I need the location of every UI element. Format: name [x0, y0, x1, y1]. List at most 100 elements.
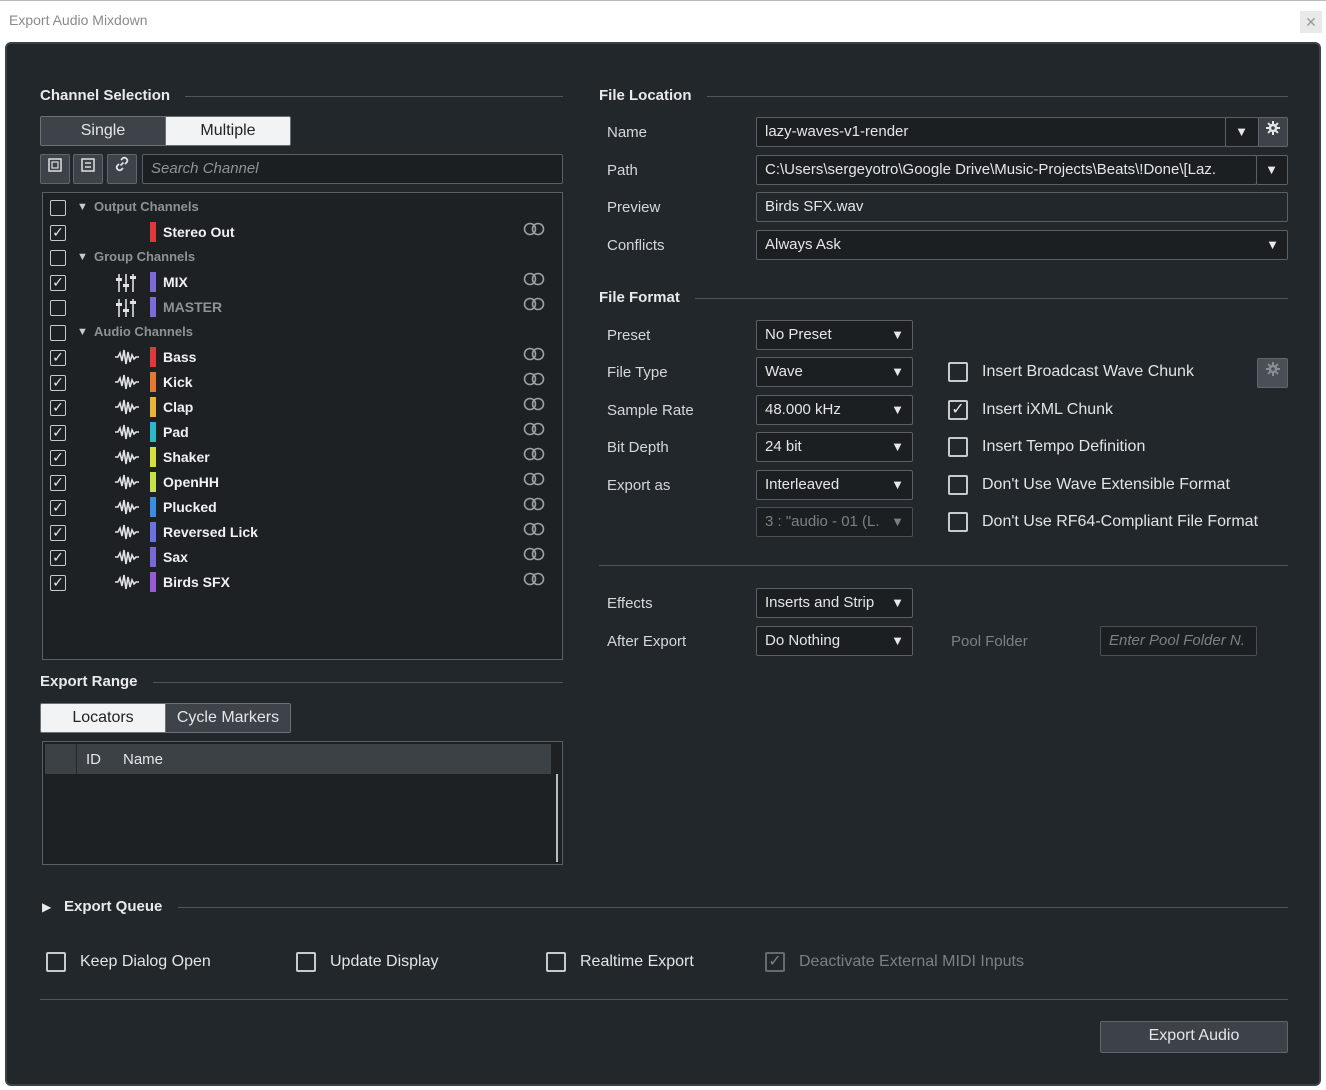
channel-checkbox[interactable]: ✓ — [50, 575, 66, 591]
file-type-value: Wave — [765, 363, 803, 380]
export-queue-heading[interactable]: Export Queue — [64, 898, 162, 915]
channel-checkbox[interactable]: ✓ — [50, 450, 66, 466]
channel-checkbox[interactable]: ✓ — [50, 500, 66, 516]
option-checkbox[interactable] — [948, 475, 968, 495]
range-table: ID Name — [42, 741, 563, 865]
group-fader-icon — [115, 298, 137, 323]
preview-label: Preview — [607, 199, 661, 216]
channel-row[interactable]: ✓ Stereo Out — [43, 222, 562, 247]
collapse-triangle-icon[interactable]: ▼ — [77, 326, 88, 338]
bit-depth-label: Bit Depth — [607, 439, 669, 456]
expand-triangle-icon[interactable]: ▶ — [42, 900, 51, 914]
after-export-dropdown[interactable]: Do Nothing ▼ — [756, 626, 913, 656]
after-export-value: Do Nothing — [765, 632, 841, 649]
channel-name: OpenHH — [163, 474, 219, 490]
channel-value: 3 : "audio - 01 (L. — [765, 513, 880, 530]
export-audio-button[interactable]: Export Audio — [1100, 1021, 1288, 1053]
sample-rate-dropdown[interactable]: 48.000 kHz ▼ — [756, 395, 913, 425]
bottom-option-checkbox[interactable] — [296, 952, 316, 972]
channel-row[interactable]: ✓ Plucked — [43, 497, 562, 522]
expand-all-icon[interactable] — [40, 154, 70, 184]
collapse-triangle-icon[interactable]: ▼ — [77, 201, 88, 213]
channel-name: MIX — [163, 274, 188, 290]
channel-row[interactable]: ✓ Reversed Lick — [43, 522, 562, 547]
path-label: Path — [607, 162, 638, 179]
channel-checkbox[interactable]: ✓ — [50, 400, 66, 416]
option-checkbox[interactable] — [948, 362, 968, 382]
channel-dropdown: 3 : "audio - 01 (L. ▼ — [756, 507, 913, 537]
channel-color-swatch — [150, 547, 156, 567]
channel-row[interactable]: ✓ Kick — [43, 372, 562, 397]
audio-wave-icon — [115, 373, 139, 396]
bottom-option-checkbox[interactable] — [46, 952, 66, 972]
option-checkbox[interactable] — [948, 512, 968, 532]
channel-name: Pad — [163, 424, 189, 440]
channel-row[interactable]: ✓ Birds SFX — [43, 572, 562, 597]
stereo-link-icon — [523, 522, 545, 539]
search-channel-input[interactable]: Search Channel — [142, 154, 563, 184]
scrollbar[interactable] — [556, 774, 558, 862]
bottom-option-checkbox[interactable] — [546, 952, 566, 972]
section-divider — [185, 96, 563, 97]
stereo-link-icon — [523, 422, 545, 439]
channel-row[interactable]: MASTER — [43, 297, 562, 322]
channel-checkbox[interactable]: ✓ — [50, 350, 66, 366]
channel-checkbox[interactable]: ✓ — [50, 225, 66, 241]
option-checkbox[interactable]: ✓ — [948, 400, 968, 420]
channel-row[interactable]: ✓ Shaker — [43, 447, 562, 472]
export-range-heading: Export Range — [40, 673, 138, 690]
channel-row[interactable]: ✓ Pad — [43, 422, 562, 447]
cycle-markers-button[interactable]: Cycle Markers — [165, 703, 291, 733]
channel-checkbox[interactable] — [50, 300, 66, 316]
path-input[interactable]: C:\Users\sergeyotro\Google Drive\Music-P… — [756, 155, 1257, 185]
channel-checkbox[interactable]: ✓ — [50, 475, 66, 491]
channel-row[interactable]: ✓ MIX — [43, 272, 562, 297]
column-name[interactable]: Name — [123, 751, 163, 768]
channel-row[interactable]: ✓ Sax — [43, 547, 562, 572]
preset-dropdown[interactable]: No Preset ▼ — [756, 320, 913, 350]
name-dropdown-button[interactable]: ▼ — [1225, 117, 1259, 147]
channel-color-swatch — [150, 447, 156, 467]
channel-checkbox[interactable]: ✓ — [50, 275, 66, 291]
stereo-link-icon — [523, 297, 545, 314]
bit-depth-dropdown[interactable]: 24 bit ▼ — [756, 432, 913, 462]
list-item: ▼ Audio Channels — [43, 322, 562, 347]
option-checkbox[interactable] — [948, 437, 968, 457]
path-dropdown-button[interactable]: ▼ — [1256, 155, 1288, 185]
channel-row[interactable]: ✓ Clap — [43, 397, 562, 422]
multiple-mode-button[interactable]: Multiple — [165, 116, 291, 146]
channel-checkbox[interactable]: ✓ — [50, 375, 66, 391]
collapse-all-icon[interactable] — [73, 154, 103, 184]
locators-button[interactable]: Locators — [40, 703, 166, 733]
link-icon[interactable] — [107, 154, 137, 184]
group-checkbox[interactable] — [50, 325, 66, 341]
close-button[interactable]: ✕ — [1300, 11, 1322, 33]
section-divider — [153, 682, 563, 683]
group-checkbox[interactable] — [50, 200, 66, 216]
group-label: Group Channels — [94, 249, 196, 264]
effects-dropdown[interactable]: Inserts and Strip ▼ — [756, 588, 913, 618]
channel-checkbox[interactable]: ✓ — [50, 525, 66, 541]
stereo-link-icon — [523, 272, 545, 289]
channel-row[interactable]: ✓ Bass — [43, 347, 562, 372]
conflicts-dropdown[interactable]: Always Ask ▼ — [756, 230, 1288, 260]
export-as-dropdown[interactable]: Interleaved ▼ — [756, 470, 913, 500]
name-input[interactable]: lazy-waves-v1-render — [756, 117, 1226, 147]
chevron-down-icon: ▼ — [1235, 124, 1248, 139]
channel-name: Bass — [163, 349, 197, 365]
export-as-value: Interleaved — [765, 476, 840, 493]
collapse-triangle-icon[interactable]: ▼ — [77, 251, 88, 263]
channel-row[interactable]: ✓ OpenHH — [43, 472, 562, 497]
list-item: ▼ Output Channels — [43, 197, 562, 222]
chevron-down-icon: ▼ — [891, 595, 904, 610]
gear-icon[interactable] — [1258, 117, 1288, 147]
single-mode-button[interactable]: Single — [40, 116, 166, 146]
column-id[interactable]: ID — [86, 751, 101, 768]
channel-checkbox[interactable]: ✓ — [50, 550, 66, 566]
group-checkbox[interactable] — [50, 250, 66, 266]
channel-checkbox[interactable]: ✓ — [50, 425, 66, 441]
file-type-dropdown[interactable]: Wave ▼ — [756, 357, 913, 387]
audio-wave-icon — [115, 573, 139, 596]
section-divider — [178, 907, 1288, 908]
channel-name: Plucked — [163, 499, 217, 515]
